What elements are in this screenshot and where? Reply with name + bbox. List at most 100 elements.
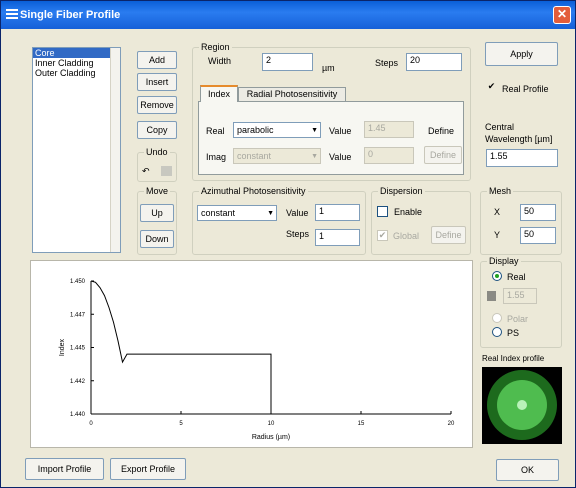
y-tick-label: 1.440 xyxy=(70,412,86,418)
central-wavelength-label-1: Central xyxy=(485,122,515,132)
list-item-core[interactable]: Core xyxy=(33,48,120,58)
define-real-link[interactable]: Define xyxy=(428,126,454,136)
enable-label: Enable xyxy=(394,207,423,217)
real-label: Real xyxy=(206,126,225,136)
list-item-outer-cladding[interactable]: Outer Cladding xyxy=(33,68,120,78)
display-ps-radio[interactable] xyxy=(492,327,502,337)
list-scrollbar[interactable] xyxy=(110,48,120,252)
azimuthal-steps-label: Steps xyxy=(286,229,310,239)
ok-button[interactable]: OK xyxy=(496,459,559,481)
azimuthal-value-label: Value xyxy=(286,208,309,218)
x-tick-label: 15 xyxy=(358,421,365,427)
chevron-down-icon: ▼ xyxy=(311,153,318,160)
insert-button[interactable]: Insert xyxy=(137,73,177,91)
display-value-input[interactable]: 1.55 xyxy=(503,288,537,304)
azimuthal-title: Azimuthal Photosensitivity xyxy=(199,186,308,196)
display-polar-radio[interactable] xyxy=(492,313,502,323)
region-title: Region xyxy=(199,42,232,52)
app-menu-icon[interactable] xyxy=(6,9,18,20)
y-tick-label: 1.450 xyxy=(70,279,86,285)
undo-icon[interactable]: ↶ xyxy=(142,166,153,176)
imag-value-label: Value xyxy=(329,152,352,162)
display-polar-label: Polar xyxy=(507,314,529,324)
dialog-window: Single Fiber Profile ✕ Core Inner Claddi… xyxy=(0,0,576,488)
y-tick-label: 1.445 xyxy=(70,346,86,352)
x-tick-label: 10 xyxy=(268,421,275,427)
import-profile-button[interactable]: Import Profile xyxy=(25,458,104,480)
display-real-label: Real xyxy=(507,272,526,282)
mesh-title: Mesh xyxy=(487,186,514,196)
azimuthal-select-value: constant xyxy=(201,208,236,218)
remove-button[interactable]: Remove xyxy=(137,96,177,114)
copy-button[interactable]: Copy xyxy=(137,121,177,139)
imag-label: Imag xyxy=(206,152,227,162)
y-tick-label: 1.442 xyxy=(70,379,86,385)
redo-icon[interactable] xyxy=(161,166,172,176)
mesh-y-label: Y xyxy=(494,230,501,240)
profile-chart-panel: 0 5 10 15 20 1.440 1.442 1.445 1.447 1.450 Radius … xyxy=(30,260,473,448)
display-title: Display xyxy=(487,256,521,266)
mesh-x-input[interactable]: 50 xyxy=(520,204,556,221)
real-select[interactable]: parabolic ▼ xyxy=(233,122,321,138)
azimuthal-steps-input[interactable]: 1 xyxy=(315,229,360,246)
real-select-value: parabolic xyxy=(237,125,274,135)
x-tick-label: 5 xyxy=(179,421,183,427)
central-wavelength-input[interactable]: 1.55 xyxy=(486,149,558,167)
core-disc xyxy=(517,400,527,410)
width-label: Width xyxy=(208,56,232,66)
tab-radial-photosensitivity-label: Radial Photosensitivity xyxy=(246,89,338,99)
undo-title: Undo xyxy=(144,147,170,157)
dispersion-group: Dispersion xyxy=(371,186,471,255)
real-profile-label: Real Profile xyxy=(502,84,549,94)
global-label: Global xyxy=(393,231,420,241)
index-profile-preview xyxy=(482,367,562,444)
real-profile-checkbox[interactable]: ✔ xyxy=(486,82,497,93)
window-title: Single Fiber Profile xyxy=(20,9,121,21)
steps-label: Steps xyxy=(375,58,399,68)
define-imag-button[interactable]: Define xyxy=(424,146,462,164)
index-profile-chart: 0 5 10 15 20 1.440 1.442 1.445 1.447 1.450 Radius … xyxy=(59,279,455,441)
title-bar[interactable]: Single Fiber Profile ✕ xyxy=(1,1,575,29)
steps-input[interactable]: 20 xyxy=(406,53,462,71)
export-profile-button[interactable]: Export Profile xyxy=(110,458,186,480)
chart-marks xyxy=(90,280,272,414)
undo-group: Undo ↶ xyxy=(137,147,177,182)
real-value-label: Value xyxy=(329,126,352,136)
mesh-x-label: X xyxy=(494,207,501,217)
enable-checkbox[interactable] xyxy=(377,206,388,217)
width-input[interactable]: 2 xyxy=(262,53,313,71)
dispersion-title: Dispersion xyxy=(378,186,425,196)
tab-index[interactable]: Index xyxy=(200,85,238,102)
azimuthal-value-input[interactable]: 1 xyxy=(315,204,360,221)
tab-radial-photosensitivity[interactable]: Radial Photosensitivity xyxy=(238,87,346,101)
chart-axes: 0 5 10 15 20 1.440 1.442 1.445 1.447 1.450 Radius … xyxy=(59,279,455,441)
display-value-icon xyxy=(487,291,496,301)
real-value-input[interactable]: 1.45 xyxy=(364,121,414,138)
define-dispersion-button[interactable]: Define xyxy=(431,226,466,244)
imag-value-input[interactable]: 0 xyxy=(364,147,414,164)
move-group: Move Up Down xyxy=(137,186,177,255)
close-icon[interactable]: ✕ xyxy=(553,6,571,24)
width-unit: µm xyxy=(322,63,335,73)
mesh-y-input[interactable]: 50 xyxy=(520,227,556,244)
move-up-button[interactable]: Up xyxy=(140,204,174,222)
imag-select-value: constant xyxy=(237,151,272,161)
chevron-down-icon: ▼ xyxy=(311,127,318,134)
tab-index-label: Index xyxy=(207,89,231,99)
move-title: Move xyxy=(144,186,171,196)
layer-list[interactable]: Core Inner Cladding Outer Cladding xyxy=(32,47,121,253)
azimuthal-select[interactable]: constant ▼ xyxy=(197,205,277,221)
x-tick-label: 0 xyxy=(89,421,93,427)
list-item-inner-cladding[interactable]: Inner Cladding xyxy=(33,58,120,68)
display-real-radio[interactable] xyxy=(492,271,502,281)
apply-button[interactable]: Apply xyxy=(485,42,558,66)
y-axis-label: Index xyxy=(59,338,66,356)
display-ps-label: PS xyxy=(507,328,520,338)
index-profile-line xyxy=(90,280,272,414)
imag-select[interactable]: constant ▼ xyxy=(233,148,321,164)
add-button[interactable]: Add xyxy=(137,51,177,69)
global-checkbox[interactable]: ✔ xyxy=(377,230,388,241)
chevron-down-icon: ▼ xyxy=(267,210,274,217)
move-down-button[interactable]: Down xyxy=(140,230,174,248)
x-tick-label: 20 xyxy=(448,421,455,427)
